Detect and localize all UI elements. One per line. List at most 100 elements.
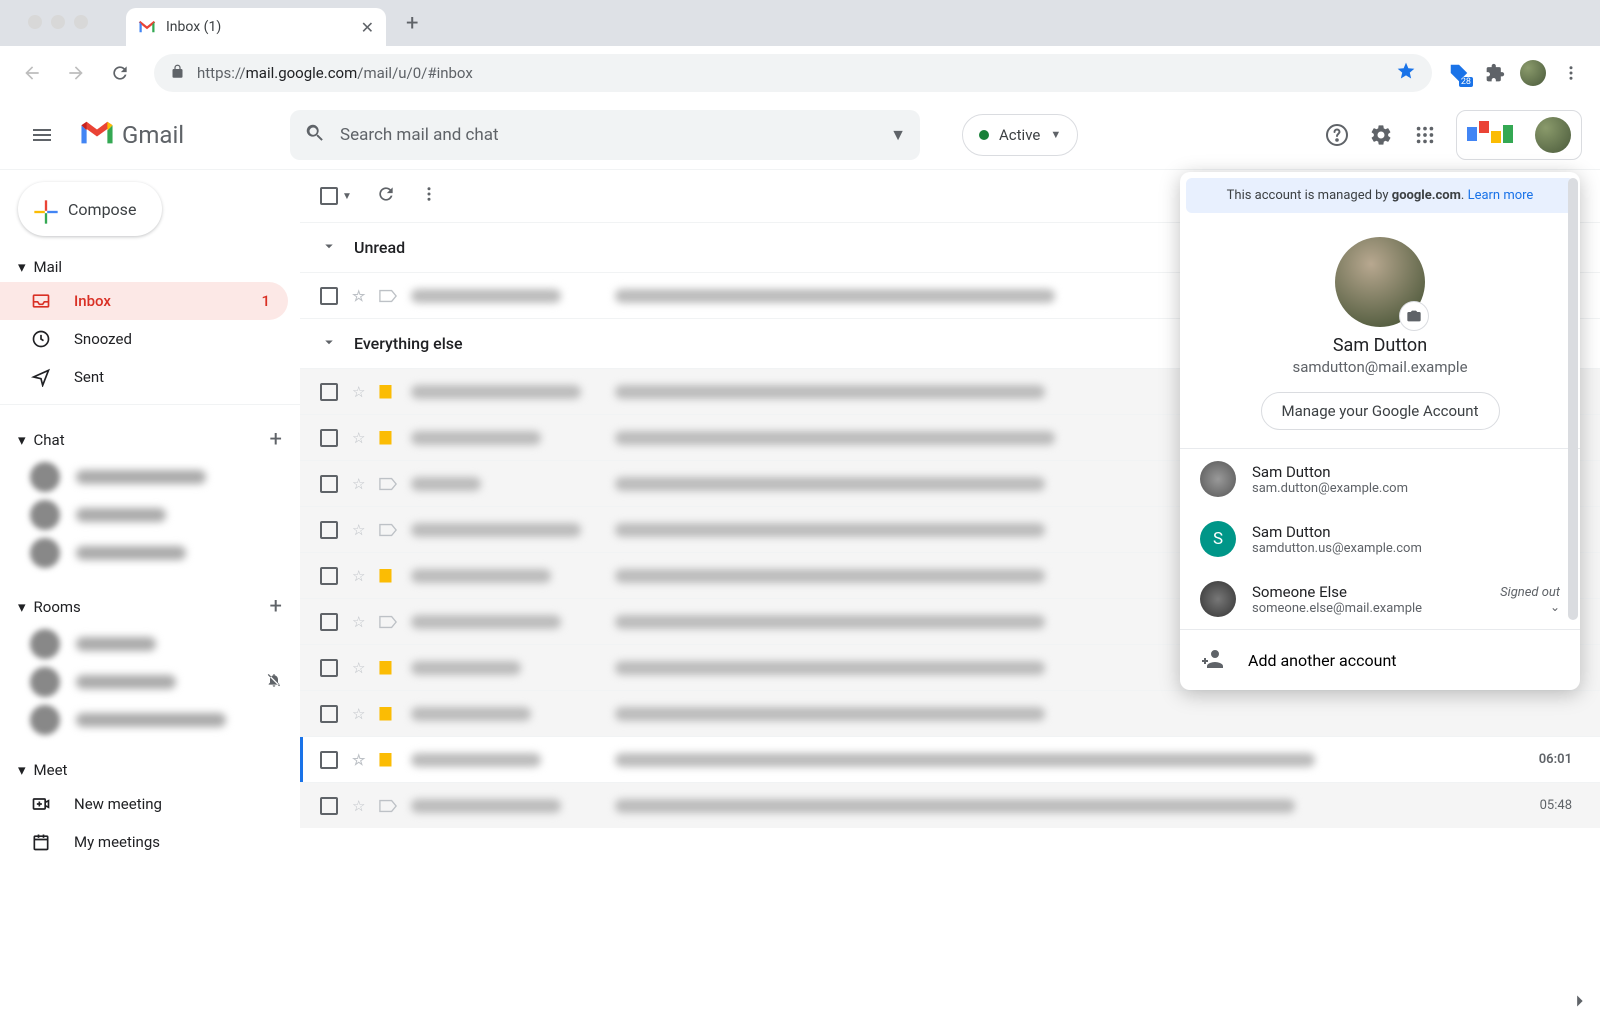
account-option[interactable]: Sam Duttonsam.dutton@example.com: [1180, 449, 1580, 509]
row-checkbox[interactable]: [320, 797, 338, 815]
chrome-profile-avatar[interactable]: [1520, 60, 1546, 86]
settings-icon[interactable]: [1368, 122, 1394, 148]
nav-my-meetings[interactable]: My meetings: [0, 823, 288, 861]
search-box[interactable]: ▼: [290, 110, 920, 160]
star-icon[interactable]: ☆: [352, 521, 365, 539]
profile-email: samdutton@mail.example: [1200, 358, 1560, 376]
important-icon[interactable]: [379, 753, 397, 767]
label-icon[interactable]: [379, 289, 397, 303]
important-icon[interactable]: [379, 385, 397, 399]
new-tab-button[interactable]: +: [396, 5, 428, 42]
row-checkbox[interactable]: [320, 567, 338, 585]
star-icon[interactable]: ☆: [352, 613, 365, 631]
section-meet[interactable]: ▾Meet: [0, 755, 300, 785]
learn-more-link[interactable]: Learn more: [1468, 188, 1534, 203]
profile-name: Sam Dutton: [1200, 335, 1560, 356]
account-avatar-icon: [1200, 461, 1236, 497]
address-bar[interactable]: https://mail.google.com/mail/u/0/#inbox: [154, 54, 1432, 92]
compose-button[interactable]: Compose: [18, 182, 162, 236]
star-icon[interactable]: ☆: [352, 751, 365, 769]
account-avatar[interactable]: [1535, 117, 1571, 153]
refresh-icon[interactable]: [376, 184, 396, 208]
nav-snoozed[interactable]: Snoozed: [0, 320, 288, 358]
chat-item[interactable]: [0, 534, 300, 572]
star-icon[interactable]: ☆: [352, 797, 365, 815]
mail-row[interactable]: ☆05:48: [300, 782, 1600, 828]
side-panel-toggle[interactable]: [1568, 990, 1590, 1016]
search-options-icon[interactable]: ▼: [890, 125, 906, 145]
room-item[interactable]: [0, 625, 300, 663]
section-mail[interactable]: ▾Mail: [0, 252, 300, 282]
presence-status[interactable]: Active ▼: [962, 114, 1078, 156]
forward-button[interactable]: [58, 55, 94, 91]
bookmark-star-icon[interactable]: [1396, 61, 1416, 85]
important-icon[interactable]: [379, 707, 397, 721]
add-account-button[interactable]: Add another account: [1180, 629, 1580, 690]
nav-new-meeting[interactable]: New meeting: [0, 785, 288, 823]
nav-sent[interactable]: Sent: [0, 358, 288, 396]
star-icon[interactable]: ☆: [352, 705, 365, 723]
add-room-icon[interactable]: +: [270, 594, 282, 619]
chevron-down-icon: ▼: [342, 191, 352, 202]
caret-icon: ▾: [18, 598, 26, 616]
mail-time: 06:01: [1539, 752, 1580, 767]
extensions-menu-icon[interactable]: [1484, 62, 1506, 84]
camera-icon[interactable]: [1399, 301, 1429, 331]
window-controls[interactable]: [20, 0, 96, 29]
label-icon[interactable]: [379, 477, 397, 491]
gmail-logo-icon: [78, 119, 116, 151]
important-icon[interactable]: [379, 661, 397, 675]
star-icon[interactable]: ☆: [352, 475, 365, 493]
section-rooms[interactable]: ▾Rooms+: [0, 588, 300, 625]
star-icon[interactable]: ☆: [352, 659, 365, 677]
chat-item[interactable]: [0, 496, 300, 534]
important-icon[interactable]: [379, 431, 397, 445]
important-icon[interactable]: [379, 569, 397, 583]
back-button[interactable]: [14, 55, 50, 91]
chevron-down-icon[interactable]: ⌄: [1500, 600, 1560, 614]
label-icon[interactable]: [379, 615, 397, 629]
star-icon[interactable]: ☆: [352, 567, 365, 585]
support-icon[interactable]: [1324, 122, 1350, 148]
room-item[interactable]: [0, 701, 300, 739]
mail-row[interactable]: ☆: [300, 690, 1600, 736]
row-checkbox[interactable]: [320, 659, 338, 677]
reload-button[interactable]: [102, 55, 138, 91]
chrome-menu-icon[interactable]: [1560, 62, 1582, 84]
row-checkbox[interactable]: [320, 613, 338, 631]
row-checkbox[interactable]: [320, 521, 338, 539]
chat-item[interactable]: [0, 458, 300, 496]
star-icon[interactable]: ☆: [352, 287, 365, 305]
browser-chrome: Inbox (1) ✕ + https://mail.google.com/ma…: [0, 0, 1600, 100]
main-menu-button[interactable]: [18, 111, 66, 159]
mute-icon: [266, 672, 282, 692]
account-option[interactable]: S Sam Duttonsamdutton.us@example.com: [1180, 509, 1580, 569]
close-tab-icon[interactable]: ✕: [361, 18, 374, 37]
row-checkbox[interactable]: [320, 705, 338, 723]
star-icon[interactable]: ☆: [352, 429, 365, 447]
row-checkbox[interactable]: [320, 429, 338, 447]
manage-account-button[interactable]: Manage your Google Account: [1261, 392, 1500, 430]
apps-grid-icon[interactable]: [1412, 122, 1438, 148]
account-option[interactable]: Someone Elsesomeone.else@mail.example Si…: [1180, 569, 1580, 629]
row-checkbox[interactable]: [320, 751, 338, 769]
chevron-down-icon: [320, 237, 338, 259]
mail-row[interactable]: ☆ 06:01: [300, 736, 1600, 782]
nav-inbox[interactable]: Inbox 1: [0, 282, 288, 320]
section-chat[interactable]: ▾Chat+: [0, 421, 300, 458]
label-icon[interactable]: [379, 799, 397, 813]
popover-scrollbar[interactable]: [1568, 178, 1578, 620]
star-icon[interactable]: ☆: [352, 383, 365, 401]
more-icon[interactable]: [420, 185, 438, 207]
search-input[interactable]: [340, 125, 876, 145]
extension-icon[interactable]: 28: [1448, 62, 1470, 84]
row-checkbox[interactable]: [320, 475, 338, 493]
row-checkbox[interactable]: [320, 287, 338, 305]
select-all-checkbox[interactable]: ▼: [320, 187, 352, 205]
label-icon[interactable]: [379, 523, 397, 537]
browser-tab[interactable]: Inbox (1) ✕: [126, 8, 386, 46]
row-checkbox[interactable]: [320, 383, 338, 401]
add-chat-icon[interactable]: +: [270, 427, 282, 452]
org-switcher[interactable]: [1456, 110, 1582, 160]
room-item[interactable]: [0, 663, 300, 701]
